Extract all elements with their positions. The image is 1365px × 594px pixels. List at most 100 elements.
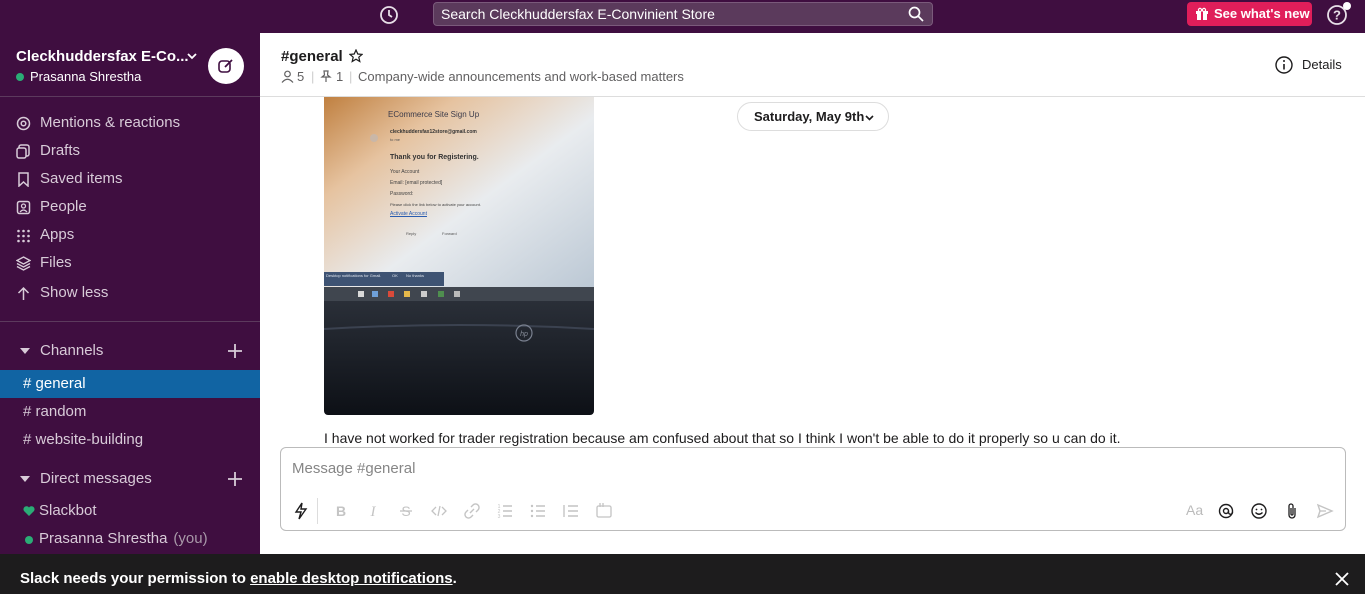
nav-label: Saved items: [40, 170, 123, 187]
channels-header-label: Channels: [40, 342, 104, 359]
compose-button[interactable]: [208, 48, 244, 84]
history-icon[interactable]: [378, 4, 400, 26]
sidebar-channel-general[interactable]: # general: [0, 370, 260, 398]
pin-icon[interactable]: [320, 70, 332, 83]
screen-reply: Reply: [406, 231, 417, 236]
arrow-up-icon: [17, 286, 30, 300]
bookmark-icon: [18, 172, 29, 187]
chevron-down-icon[interactable]: [187, 51, 197, 61]
dm-you-tag: (you): [173, 530, 208, 547]
screen-email-line: Please click the link below to activate …: [390, 202, 481, 207]
sidebar-dm-self[interactable]: Prasanna Shrestha (you): [0, 525, 260, 553]
dms-header-label: Direct messages: [40, 470, 152, 487]
nav-files[interactable]: Files: [16, 251, 246, 275]
send-icon[interactable]: [1315, 501, 1335, 521]
bold-icon[interactable]: B: [331, 501, 351, 521]
code-icon[interactable]: [429, 501, 449, 521]
add-channel-icon[interactable]: [225, 341, 245, 361]
banner-text-before: Slack needs your permission to: [20, 570, 251, 587]
bulleted-list-icon[interactable]: [528, 501, 548, 521]
banner-text-after: .: [452, 570, 457, 587]
channel-hash: #: [23, 403, 32, 420]
formatting-toggle[interactable]: Aa: [1186, 502, 1203, 518]
nav-label: Apps: [40, 226, 75, 243]
search-icon: [908, 6, 924, 22]
caret-down-icon[interactable]: [20, 476, 30, 482]
close-icon[interactable]: [1334, 571, 1350, 587]
whats-new-button[interactable]: See what's new: [1187, 2, 1312, 26]
nav-saved-items[interactable]: Saved items: [16, 167, 246, 191]
current-user-name: Prasanna Shrestha: [30, 69, 142, 84]
date-divider-label: Saturday, May 9th: [754, 109, 865, 124]
workspace-header[interactable]: Cleckhuddersfax E-Co... Prasanna Shresth…: [0, 33, 260, 97]
emoji-icon[interactable]: [1249, 501, 1269, 521]
member-icon[interactable]: [281, 70, 294, 83]
drafts-icon: [16, 144, 30, 159]
laptop-screen-photo: hp: [324, 97, 594, 415]
code-block-icon[interactable]: [594, 501, 614, 521]
gift-icon: [1196, 7, 1208, 20]
channel-name: general: [35, 375, 86, 392]
blockquote-icon[interactable]: [561, 501, 581, 521]
current-user: Prasanna Shrestha: [16, 69, 141, 84]
people-icon: [16, 200, 31, 215]
channel-title[interactable]: #general: [281, 48, 343, 65]
direct-messages-section-header[interactable]: Direct messages: [20, 467, 245, 491]
link-icon[interactable]: [462, 501, 482, 521]
channel-topic[interactable]: Company-wide announcements and work-base…: [358, 69, 684, 85]
screen-email-line: Your Account: [390, 169, 420, 175]
numbered-list-icon[interactable]: 123: [495, 501, 515, 521]
italic-icon[interactable]: I: [363, 501, 383, 521]
toolbar-separator: [317, 498, 318, 524]
nav-label: Drafts: [40, 142, 81, 159]
help-button[interactable]: ?: [1326, 2, 1351, 26]
attachment-paperclip-icon[interactable]: [1282, 501, 1302, 521]
screen-email-to: to me: [390, 137, 401, 142]
chevron-down-icon: [865, 115, 874, 121]
channels-section-header[interactable]: Channels: [20, 339, 245, 363]
sidebar: Cleckhuddersfax E-Co... Prasanna Shresth…: [0, 33, 260, 554]
enable-notifications-link[interactable]: enable desktop notifications: [250, 570, 453, 587]
nav-mentions-reactions[interactable]: Mentions & reactions: [16, 111, 246, 135]
channel-hash: #: [23, 431, 32, 448]
nav-label: Show less: [40, 284, 109, 301]
nav-apps[interactable]: Apps: [16, 223, 246, 247]
screen-email-line: Password:: [390, 191, 414, 197]
pin-count[interactable]: 1: [336, 69, 343, 85]
sidebar-dm-slackbot[interactable]: Slackbot: [0, 497, 260, 525]
strikethrough-icon[interactable]: S: [396, 501, 416, 521]
info-icon: [1275, 56, 1293, 74]
nav-people[interactable]: People: [16, 195, 246, 219]
add-dm-icon[interactable]: [225, 469, 245, 489]
files-layers-icon: [16, 256, 31, 271]
screen-email-title: ECommerce Site Sign Up: [388, 110, 480, 119]
shortcuts-lightning-icon[interactable]: [291, 501, 311, 521]
nav-show-less[interactable]: Show less: [16, 281, 246, 305]
search-bar[interactable]: Search Cleckhuddersfax E-Convinient Stor…: [433, 2, 933, 26]
details-button[interactable]: Details: [1274, 55, 1342, 75]
message-image-attachment[interactable]: hp ECommerce Site Sign Up cleckhuddersfa…: [324, 97, 594, 415]
mention-at-icon[interactable]: [1216, 501, 1236, 521]
screen-email-link: Activate Account: [390, 211, 427, 217]
workspace-name[interactable]: Cleckhuddersfax E-Co...: [16, 48, 189, 65]
message-input[interactable]: Message #general: [292, 460, 415, 477]
channel-header: #general 5 | 1 | Company-wide announceme…: [260, 33, 1365, 97]
caret-down-icon[interactable]: [20, 348, 30, 354]
nav-label: Files: [40, 254, 72, 271]
heart-icon: [23, 506, 35, 516]
screen-email-sender: cleckhuddersfax12store@gmail.com: [390, 129, 477, 135]
whats-new-label: See what's new: [1214, 6, 1310, 21]
member-count[interactable]: 5: [297, 69, 304, 85]
nav-drafts[interactable]: Drafts: [16, 139, 246, 163]
sidebar-divider: [0, 321, 260, 322]
channel-name: website-building: [35, 431, 144, 448]
nav-label: People: [40, 198, 87, 215]
star-icon[interactable]: [349, 49, 363, 63]
date-divider[interactable]: Saturday, May 9th: [737, 102, 889, 131]
sidebar-channel-website-building[interactable]: # website-building: [0, 426, 260, 454]
sidebar-channel-random[interactable]: # random: [0, 398, 260, 426]
message-composer[interactable]: Message #general B I S 123 Aa: [280, 447, 1346, 531]
channel-hash: #: [23, 375, 32, 392]
banner-text: Slack needs your permission to enable de…: [20, 570, 457, 587]
meta-separator: |: [349, 69, 353, 84]
